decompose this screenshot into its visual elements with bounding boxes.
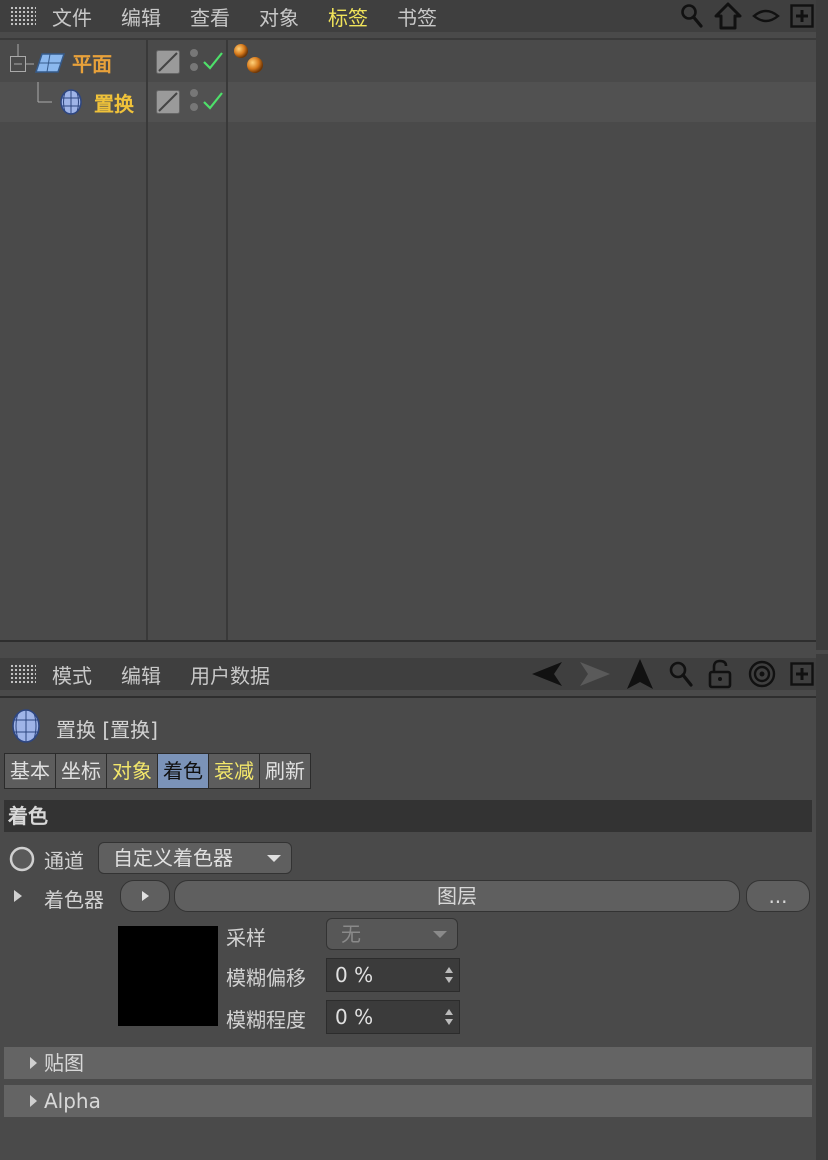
layer-icon[interactable]	[156, 90, 180, 114]
menu-tags[interactable]: 标签	[328, 2, 368, 31]
attribute-tabs: 基本 坐标 对象 着色 衰减 刷新	[4, 753, 311, 789]
tab-shading[interactable]: 着色	[158, 754, 209, 788]
more-options-button[interactable]: ...	[746, 880, 810, 912]
right-scrollbar-top[interactable]	[816, 0, 828, 650]
menu-edit[interactable]: 编辑	[121, 660, 161, 689]
tab-refresh[interactable]: 刷新	[260, 754, 310, 788]
forward-arrow-icon[interactable]	[578, 659, 612, 689]
expand-triangle-icon[interactable]	[12, 888, 24, 904]
menu-user-data[interactable]: 用户数据	[190, 660, 270, 689]
blur-scale-field[interactable]: 0 %	[326, 1000, 460, 1034]
object-name-plane[interactable]: 平面	[72, 48, 112, 77]
shader-label: 着色器	[44, 888, 104, 912]
spinner-arrows-icon[interactable]	[445, 967, 453, 985]
target-icon[interactable]	[748, 660, 776, 688]
section-alpha-collapsed[interactable]: Alpha	[4, 1085, 812, 1117]
object-tags-column	[230, 40, 816, 640]
animation-keyframe-radio[interactable]	[8, 845, 36, 873]
layer-icon[interactable]	[156, 50, 180, 74]
channel-label: 通道	[44, 849, 84, 873]
section-texture-collapsed[interactable]: 贴图	[4, 1047, 812, 1079]
blur-offset-field[interactable]: 0 %	[326, 958, 460, 992]
displacer-deformer-icon[interactable]	[58, 88, 84, 116]
tab-falloff[interactable]: 衰减	[209, 754, 260, 788]
enabled-check-icon[interactable]	[202, 50, 224, 72]
menu-bookmarks[interactable]: 书签	[397, 2, 437, 31]
hierarchy-child-line	[37, 82, 52, 103]
attribute-divider	[0, 696, 816, 698]
chevron-down-icon	[433, 931, 447, 938]
displacer-deformer-icon	[12, 709, 40, 743]
attribute-manager-menubar: 模式 编辑 用户数据	[0, 658, 828, 690]
channel-dropdown[interactable]: 自定义着色器	[98, 842, 292, 874]
object-manager: 平面 置换	[0, 38, 816, 642]
menu-view[interactable]: 查看	[190, 2, 230, 31]
menu-file[interactable]: 文件	[52, 2, 92, 31]
home-icon[interactable]	[714, 2, 742, 30]
panel-grip-icon[interactable]	[10, 6, 36, 26]
section-title-shading: 着色	[4, 800, 812, 832]
new-window-icon[interactable]	[790, 4, 814, 28]
search-icon[interactable]	[668, 660, 694, 688]
tab-object[interactable]: 对象	[107, 754, 158, 788]
plane-object-icon[interactable]	[34, 52, 66, 74]
menu-objects[interactable]: 对象	[259, 2, 299, 31]
blur-scale-value: 0 %	[335, 1005, 374, 1029]
tab-basic[interactable]: 基本	[5, 754, 56, 788]
expand-triangle-icon	[30, 1095, 37, 1107]
eye-icon[interactable]	[752, 6, 780, 26]
new-window-icon[interactable]	[790, 662, 814, 686]
expand-triangle-icon	[30, 1057, 37, 1069]
object-manager-menubar: 文件 编辑 查看 对象 标签 书签	[0, 0, 828, 32]
chevron-down-icon	[267, 855, 281, 862]
sampling-label: 采样	[226, 926, 266, 950]
search-icon[interactable]	[680, 3, 704, 29]
visibility-dots-icon[interactable]	[188, 48, 200, 74]
material-tag-icon[interactable]	[232, 42, 268, 78]
blur-offset-label: 模糊偏移	[226, 966, 306, 990]
pointer-up-icon[interactable]	[626, 658, 654, 690]
panel-grip-icon[interactable]	[10, 664, 36, 684]
section-texture-label: 贴图	[44, 1051, 84, 1075]
blur-scale-label: 模糊程度	[226, 1008, 306, 1032]
spinner-arrows-icon[interactable]	[445, 1009, 453, 1027]
menu-mode[interactable]: 模式	[52, 660, 92, 689]
shader-name: 图层	[437, 884, 477, 908]
object-name-displacer[interactable]: 置换	[94, 88, 134, 117]
object-name-column: 平面 置换	[0, 40, 148, 640]
tab-coordinates[interactable]: 坐标	[56, 754, 107, 788]
shader-menu-button[interactable]	[120, 880, 170, 912]
menu-edit[interactable]: 编辑	[121, 2, 161, 31]
back-arrow-icon[interactable]	[530, 659, 564, 689]
right-scrollbar-bottom[interactable]	[816, 654, 828, 1160]
visibility-dots-icon[interactable]	[188, 88, 200, 114]
section-alpha-label: Alpha	[44, 1089, 101, 1113]
sampling-dropdown[interactable]: 无	[326, 918, 458, 950]
channel-dropdown-value: 自定义着色器	[113, 846, 233, 870]
enabled-check-icon[interactable]	[202, 90, 224, 112]
sampling-dropdown-value: 无	[341, 922, 361, 946]
blur-offset-value: 0 %	[335, 963, 374, 987]
shader-preview-thumbnail	[118, 926, 218, 1026]
object-title: 置换 [置换]	[56, 718, 158, 742]
more-options-label: ...	[768, 884, 788, 908]
play-arrow-icon	[142, 891, 149, 901]
unlock-icon[interactable]	[708, 659, 734, 689]
shader-preview-button[interactable]: 图层	[174, 880, 740, 912]
object-flags-column	[150, 40, 228, 640]
